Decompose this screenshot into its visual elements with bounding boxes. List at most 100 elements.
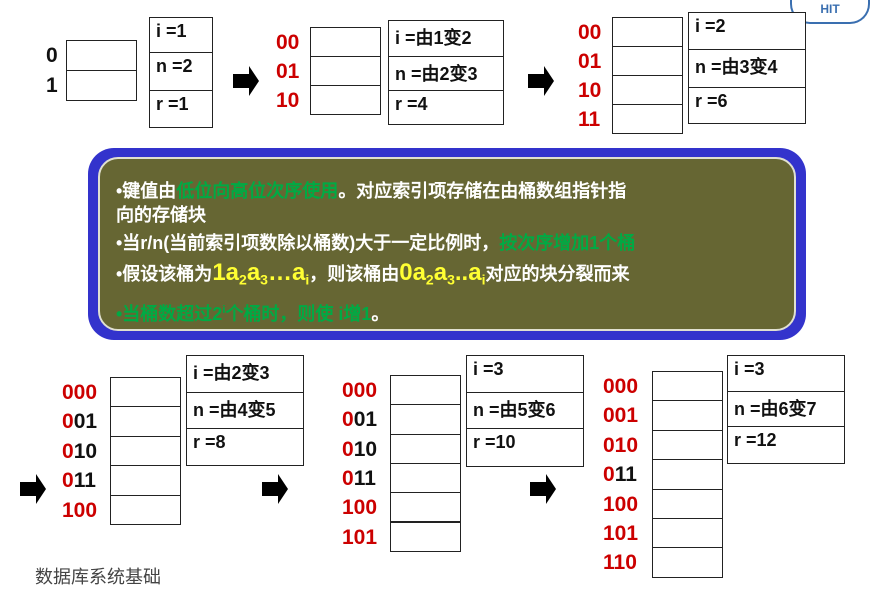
bucket-label: 010 <box>62 441 97 462</box>
bucket-label: 010 <box>342 439 377 460</box>
bucket-cell <box>390 462 461 494</box>
bucket-cell <box>66 70 137 101</box>
bucket-label: 0 <box>46 45 58 66</box>
hash-params-box: i =由2变3 n =由4变5 r =8 <box>186 355 304 466</box>
bucket-cell <box>612 46 683 76</box>
param-i: i =由1变2 <box>389 21 503 57</box>
label-red-part: 10 <box>578 79 602 102</box>
label-black-part: 1 <box>46 74 58 97</box>
label-red-part: 0 <box>62 439 74 463</box>
bucket-label: 00 <box>578 22 601 43</box>
label-black-part: 11 <box>353 466 376 490</box>
bucket-label: 10 <box>276 90 299 111</box>
bucket-label: 001 <box>62 411 97 432</box>
param-i: i =1 <box>150 18 212 53</box>
hash-params-box: i =3 n =由5变6 r =10 <box>466 355 584 467</box>
param-r: r =10 <box>473 432 516 452</box>
bucket-label: 001 <box>342 409 377 430</box>
bucket-cell <box>110 465 181 496</box>
label-red-part: 100 <box>603 492 639 516</box>
label-red-part: 01 <box>276 60 300 83</box>
note-3: •假设该桶为1a2a3…ai，则该桶由0a2a3..ai对应的块分裂而来 <box>116 259 630 288</box>
note-4: •当桶数超过2i个桶时，则使 i增1。 <box>116 303 390 324</box>
bucket-label: 001 <box>603 405 638 426</box>
bucket-cell <box>612 17 683 47</box>
label-red-part: 100 <box>342 496 378 520</box>
bucket-cell <box>310 56 381 86</box>
bucket-label: 00 <box>276 32 299 53</box>
param-r: r =8 <box>193 432 226 452</box>
param-n: n =2 <box>150 53 212 91</box>
hash-params-box: i =由1变2 n =由2变3 r =4 <box>388 20 504 125</box>
label-red-part: 11 <box>578 108 601 131</box>
param-r: r =6 <box>695 91 728 111</box>
label-red-part: 00 <box>276 31 300 54</box>
label-red-part: 000 <box>62 381 98 404</box>
bucket-cell <box>652 547 723 578</box>
bucket-label: 01 <box>276 61 299 82</box>
bucket-label: 10 <box>578 80 601 101</box>
hash-params-box: i =3 n =由6变7 r =12 <box>727 355 845 464</box>
param-i: i =2 <box>689 13 805 50</box>
footer-course-title: 数据库系统基础 <box>35 567 161 588</box>
bucket-label: 011 <box>603 464 637 485</box>
label-red-part: 010 <box>603 433 639 457</box>
bucket-cell <box>652 488 723 519</box>
note-2: •当r/n(当前索引项数除以桶数)大于一定比例时，按次序增加1个桶 <box>116 233 636 253</box>
param-n: n =由4变5 <box>187 393 303 429</box>
bucket-label: 000 <box>342 380 377 401</box>
bucket-cell <box>652 518 723 549</box>
hash-params-box: i =2 n =由3变4 r =6 <box>688 12 806 124</box>
bucket-cell <box>110 377 181 408</box>
bucket-label: 1 <box>46 75 58 96</box>
right-arrow-icon <box>233 66 259 96</box>
label-black-part: 0 <box>46 44 58 67</box>
bucket-label: 01 <box>578 51 601 72</box>
label-red-part: 101 <box>342 525 378 549</box>
bucket-label: 000 <box>62 382 97 403</box>
param-r: r =1 <box>156 94 189 114</box>
bucket-cell <box>390 492 461 523</box>
label-red-part: 0 <box>62 410 74 434</box>
label-red-part: 000 <box>342 379 378 402</box>
bucket-cell <box>390 521 461 552</box>
bucket-label: 100 <box>342 497 377 518</box>
bucket-cell <box>110 494 181 525</box>
label-red-part: 0 <box>342 437 354 461</box>
bucket-cell <box>390 433 461 464</box>
label-black-part: 11 <box>73 469 96 493</box>
bucket-label: 000 <box>603 376 638 397</box>
bucket-label: 100 <box>603 494 638 515</box>
bucket-cell <box>66 40 137 71</box>
label-black-part: 10 <box>353 437 378 461</box>
notes-box: •键值由低位向高位次序使用。对应索引项存储在由桶数组指针指 向的存储块 •当r/… <box>88 148 806 340</box>
bucket-label: 11 <box>578 109 600 130</box>
bucket-label: 010 <box>603 435 638 456</box>
param-i: i =3 <box>728 356 844 392</box>
right-arrow-icon <box>262 474 288 504</box>
bucket-label: 101 <box>342 527 377 548</box>
label-red-part: 100 <box>62 498 98 522</box>
bucket-cell <box>652 429 723 461</box>
label-red-part: 001 <box>603 404 639 428</box>
label-red-part: 0 <box>603 463 615 487</box>
bucket-cell <box>652 459 723 490</box>
param-n: n =由6变7 <box>728 392 844 427</box>
hash-params-box: i =1 n =2 r =1 <box>149 17 213 128</box>
label-black-part: 01 <box>353 408 378 432</box>
label-black-part: 11 <box>614 463 637 487</box>
label-black-part: 10 <box>73 439 98 463</box>
right-arrow-icon <box>530 474 556 504</box>
label-red-part: 0 <box>62 469 74 493</box>
param-i: i =3 <box>467 356 583 393</box>
bucket-label: 011 <box>62 470 96 491</box>
bucket-cell <box>310 27 381 57</box>
param-n: n =由5变6 <box>467 393 583 429</box>
bucket-label: 011 <box>342 468 376 489</box>
bucket-label: 110 <box>603 552 637 573</box>
param-n: n =由3变4 <box>689 50 805 88</box>
bucket-cell <box>612 104 683 134</box>
label-red-part: 00 <box>578 21 602 44</box>
param-n: n =由2变3 <box>389 57 503 91</box>
label-red-part: 101 <box>603 522 639 545</box>
